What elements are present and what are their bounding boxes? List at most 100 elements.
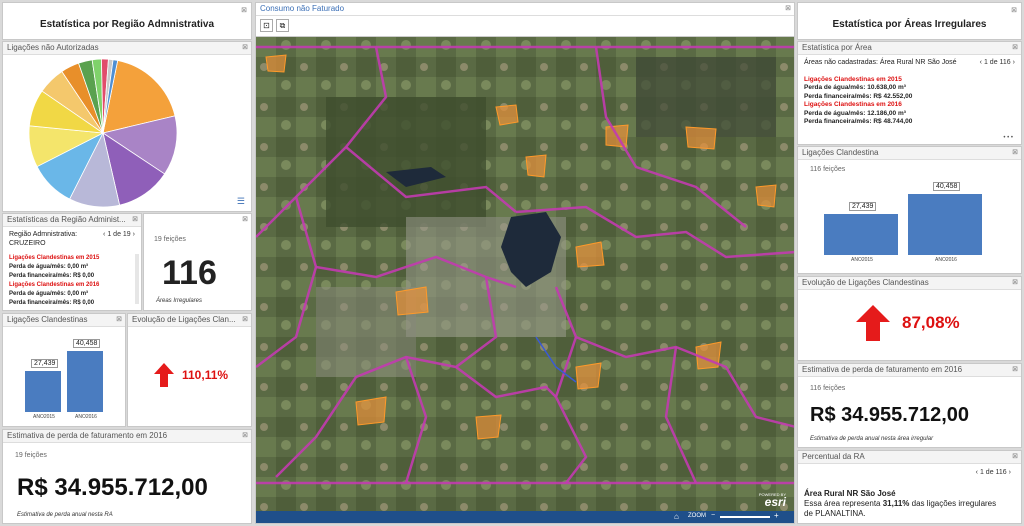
pct-header: Percentual da RA ⊠: [798, 451, 1021, 464]
pct-value: 31,11%: [882, 499, 910, 508]
pin-icon[interactable]: ⊠: [132, 215, 138, 223]
area-pager[interactable]: ‹ 1 de 116 ›: [980, 59, 1015, 68]
region-value: CRUZEIRO: [9, 240, 46, 247]
zoom-in-icon[interactable]: +: [774, 511, 779, 520]
pin-icon[interactable]: ⊠: [116, 315, 122, 323]
map-panel: Consumo não Faturado ⊠ ⊡ ⧉ ⌂ ZOOM − + PO…: [255, 2, 795, 524]
left-evol-panel: Evolução de Ligações Clan... ⊠ 110,11%: [127, 313, 252, 427]
area-label: Áreas não cadastradas: Área Rural NR São…: [804, 59, 957, 66]
map-toolbar: ⊡ ⧉: [256, 16, 794, 37]
bar-ano2016[interactable]: [67, 351, 103, 412]
left-estimate-count: 19 feições: [15, 452, 47, 459]
map-footer: ⌂ ZOOM − +: [256, 511, 794, 523]
pie-panel: Ligações não Autorizadas ⊠ ☰: [2, 41, 252, 212]
pin-icon[interactable]: ⊠: [242, 315, 248, 323]
water-2015: Perda de água/mês: 0,00 m³: [9, 264, 89, 270]
scrollbar[interactable]: [135, 254, 139, 304]
area-stats-header: Estatística por Área ⊠: [798, 42, 1021, 55]
area-water-2015: Perda de água/mês: 10.638,00 m³: [804, 84, 906, 91]
left-estimate-panel: Estimativa de perda de faturamento em 20…: [2, 429, 252, 524]
bar-value-label: 40,458: [933, 182, 961, 192]
pct-text-3: de PLANALTINA.: [804, 509, 866, 518]
pin-icon[interactable]: ⊠: [241, 6, 247, 14]
pin-icon[interactable]: ⊠: [242, 431, 248, 439]
right-bar-panel: Ligações Clandestina ⊠ 116 feições 27,439…: [797, 146, 1022, 274]
prev-icon[interactable]: ‹: [980, 59, 982, 66]
esri-logo: POWERED BY esri: [758, 492, 786, 509]
pin-icon[interactable]: ⊠: [785, 4, 791, 12]
right-evol-value: 87,08%: [902, 313, 960, 332]
next-icon[interactable]: ›: [1013, 59, 1015, 66]
pie-chart: [28, 58, 178, 208]
left-title: Estatística por Região Admnistrativa: [39, 19, 215, 30]
zoom-extent-icon[interactable]: ⊡: [260, 19, 273, 32]
pin-icon[interactable]: ⊠: [1012, 452, 1018, 460]
home-icon[interactable]: ⌂: [674, 512, 679, 521]
pin-icon[interactable]: ⊠: [1011, 6, 1017, 14]
lig-2016-title: Ligações Clandestinas em 2016: [9, 282, 100, 288]
pin-icon[interactable]: ⊠: [1012, 43, 1018, 51]
bar-ano2015[interactable]: [824, 213, 898, 255]
pct-text-2: das ligações irregulares: [909, 499, 997, 508]
region-label: Região Admnistrativa:: [9, 231, 78, 238]
right-estimate-count: 116 feições: [810, 385, 846, 392]
pct-panel: Percentual da RA ⊠ ‹ 1 de 116 › Área Rura…: [797, 450, 1022, 524]
left-bar-header: Ligações Clandestinas ⊠: [3, 314, 125, 327]
more-icon[interactable]: • • •: [1003, 135, 1013, 141]
bar-value-label: 27,439: [849, 201, 877, 211]
right-bar-header: Ligações Clandestina ⊠: [798, 147, 1021, 160]
left-bar-panel: Ligações Clandestinas ⊠ 27,439 ANO2015 40,4…: [2, 313, 126, 427]
right-title-panel: Estatística por Áreas Irregulares ⊠: [797, 2, 1022, 40]
right-evol-panel: Evolução de Ligações Clandestinas ⊠ 87,08…: [797, 276, 1022, 361]
area-lig-2016: Ligações Clandestinas em 2016: [804, 101, 902, 108]
legend-list-icon[interactable]: ☰: [237, 196, 245, 207]
left-evol-header: Evolução de Ligações Clan... ⊠: [128, 314, 251, 327]
zoom-label: ZOOM: [688, 513, 706, 519]
right-estimate-value: R$ 34.955.712,00: [810, 404, 970, 426]
pct-area-name: Área Rural NR São José: [804, 489, 896, 498]
next-icon[interactable]: ›: [1009, 469, 1011, 476]
next-icon[interactable]: ›: [133, 231, 135, 238]
pie-panel-header: Ligações não Autorizadas ⊠: [3, 42, 251, 55]
pct-text-1: Essa área representa: [804, 499, 883, 508]
bar-value-label: 40,458: [73, 339, 101, 349]
area-fin-2015: Perda financeira/mês: R$ 42.552,00: [804, 92, 913, 100]
pct-pager[interactable]: ‹ 1 de 116 ›: [976, 469, 1011, 476]
area-lig-2015: Ligações Clandestinas em 2015: [804, 75, 902, 83]
bar-ano2015[interactable]: [25, 370, 61, 412]
left-bar-chart: 27,439 ANO2015 40,458 ANO2016: [3, 328, 125, 426]
region-stats-header: Estatísticas da Região Administ... ⊠: [3, 214, 141, 227]
right-estimate-panel: Estimativa de perda de faturamento em 20…: [797, 363, 1022, 448]
map-canvas[interactable]: [256, 37, 795, 513]
area-water-2016: Perda de água/mês: 12.186,00 m³: [804, 109, 906, 117]
right-title: Estatística por Áreas Irregulares: [832, 19, 987, 30]
right-estimate-header: Estimativa de perda de faturamento em 20…: [798, 364, 1021, 377]
count-caption: Áreas Irregulares: [156, 298, 203, 304]
left-estimate-caption: Estimativa de perda anual nesta RA: [17, 512, 113, 518]
pin-icon[interactable]: ⊠: [1012, 365, 1018, 373]
bar-axis-label: ANO2015: [851, 257, 873, 263]
bar-axis-label: ANO2016: [75, 414, 97, 420]
fin-2015: Perda financeira/mês: R$ 0,00: [9, 273, 95, 279]
bar-ano2016[interactable]: [908, 194, 982, 255]
right-bar-chart: 27,439 ANO2015 40,458 ANO2016: [798, 175, 1021, 273]
lig-2015-title: Ligações Clandestinas em 2015: [9, 255, 100, 261]
fin-2016: Perda financeira/mês: R$ 0,00: [9, 300, 95, 306]
bar-value-label: 27,439: [31, 358, 59, 368]
region-pager[interactable]: ‹ 1 de 19 ›: [103, 230, 135, 239]
area-fin-2016: Perda financeira/mês: R$ 48.744,00: [804, 118, 913, 125]
count-value: 116: [162, 254, 217, 292]
map-header: Consumo não Faturado ⊠: [256, 3, 794, 16]
prev-icon[interactable]: ‹: [976, 469, 978, 476]
left-title-panel: Estatística por Região Admnistrativa ⊠: [2, 2, 252, 40]
layers-icon[interactable]: ⧉: [276, 19, 289, 32]
prev-icon[interactable]: ‹: [103, 231, 105, 238]
zoom-out-icon[interactable]: −: [711, 512, 715, 519]
pin-icon[interactable]: ⊠: [242, 43, 248, 51]
pin-icon[interactable]: ⊠: [1012, 278, 1018, 286]
up-arrow-icon: [154, 363, 174, 387]
left-estimate-header: Estimativa de perda de faturamento em 20…: [3, 430, 251, 443]
pin-icon[interactable]: ⊠: [242, 215, 248, 223]
zoom-slider[interactable]: [720, 516, 770, 518]
pin-icon[interactable]: ⊠: [1012, 148, 1018, 156]
